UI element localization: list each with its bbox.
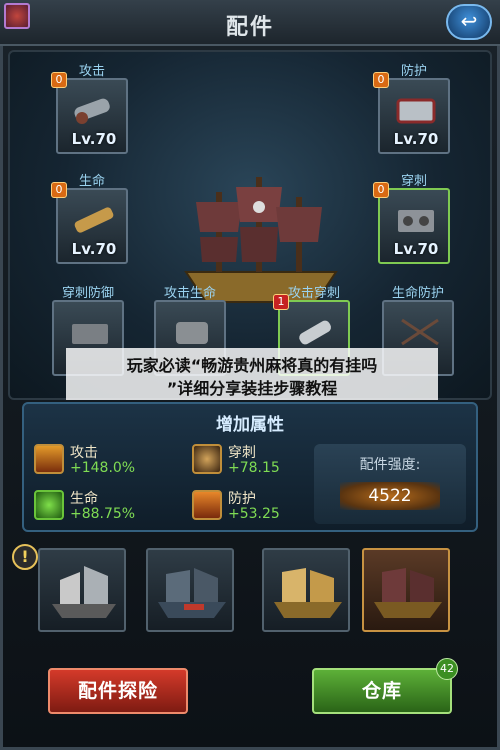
- slot-attack[interactable]: 攻击 Lv.70 0: [51, 64, 128, 154]
- life-icon: [34, 490, 64, 520]
- warehouse-count-badge: 42: [436, 658, 458, 680]
- armor-plate-icon: [396, 98, 436, 124]
- slot-frame: Lv.70: [56, 188, 128, 264]
- warehouse-button[interactable]: 仓库: [312, 668, 452, 714]
- attributes-panel: 增加属性 攻击 +148.0% 穿刺 +78.15 生命 +88.75% 防护 …: [22, 402, 478, 532]
- attribute-name: 攻击: [70, 445, 98, 461]
- slot-level: Lv.70: [71, 130, 117, 148]
- banner-line-2: ”详细分享装挂步骤教程: [166, 379, 338, 398]
- back-arrow-icon: ↩: [460, 9, 478, 33]
- defense-icon: [192, 490, 222, 520]
- slot-frame: Lv.70: [378, 188, 450, 264]
- promo-banner: 玩家必读“畅游贵州麻将真的有挂吗 ”详细分享装挂步骤教程: [66, 348, 438, 400]
- attribute-value: +148.0%: [70, 460, 136, 476]
- back-button[interactable]: ↩: [446, 4, 492, 40]
- attribute-pierce: 穿刺 +78.15: [192, 442, 322, 478]
- attribute-name: 防护: [228, 491, 256, 507]
- shield-crate-icon: [72, 324, 108, 344]
- hull-beam-icon: [74, 207, 114, 233]
- slot-level: Lv.70: [393, 240, 439, 258]
- ammo-crate-icon: [398, 210, 434, 232]
- slot-count-badge: 0: [373, 72, 389, 88]
- engine-icon: [176, 322, 208, 344]
- strength-box: 配件强度: 4522: [314, 444, 466, 524]
- slot-label: 穿刺防御: [61, 286, 114, 301]
- attack-icon: [34, 444, 64, 474]
- slot-count-badge: 0: [51, 72, 67, 88]
- attributes-title: 增加属性: [216, 415, 284, 435]
- explore-button[interactable]: 配件探险: [48, 668, 188, 714]
- attribute-value: +53.25: [228, 506, 280, 522]
- rigging-icon: [401, 318, 439, 346]
- cannon-icon: [74, 98, 110, 124]
- slot-label: 攻击生命: [163, 286, 216, 301]
- strength-value: 4522: [340, 482, 440, 510]
- slot-level: Lv.70: [393, 130, 439, 148]
- attribute-attack: 攻击 +148.0%: [34, 442, 164, 478]
- slot-label: 生命防护: [391, 286, 444, 301]
- warning-icon[interactable]: !: [12, 544, 38, 570]
- ship-icon: [52, 566, 116, 618]
- slot-frame: Lv.70: [378, 78, 450, 154]
- page-title: 配件: [225, 15, 274, 40]
- slot-pierce[interactable]: 穿刺 Lv.70 0: [373, 174, 450, 264]
- cannon-barrel-icon: [299, 320, 332, 345]
- slot-life[interactable]: 生命 Lv.70 0: [51, 174, 128, 264]
- attribute-name: 穿刺: [228, 445, 256, 461]
- attribute-life: 生命 +88.75%: [34, 488, 164, 524]
- slot-defense[interactable]: 防护 Lv.70 0: [373, 64, 450, 154]
- ship-selector: !: [0, 540, 500, 640]
- ship-icon: [158, 568, 226, 618]
- ship-card[interactable]: [262, 548, 350, 632]
- slot-count-badge: 1: [273, 294, 289, 310]
- attribute-defense: 防护 +53.25: [192, 488, 322, 524]
- attribute-value: +88.75%: [70, 506, 136, 522]
- slot-count-badge: 0: [373, 182, 389, 198]
- ship-card-selected[interactable]: [362, 548, 450, 632]
- ship-card[interactable]: [146, 548, 234, 632]
- header-bar: 配件 ↩: [0, 0, 500, 46]
- strength-label: 配件强度:: [359, 457, 421, 473]
- ship-card[interactable]: [38, 548, 126, 632]
- attribute-value: +78.15: [228, 460, 280, 476]
- slot-frame: Lv.70: [56, 78, 128, 154]
- slot-count-badge: 0: [51, 182, 67, 198]
- ship-icon: [274, 568, 342, 618]
- banner-line-1: 玩家必读“畅游贵州麻将真的有挂吗: [126, 356, 378, 375]
- attribute-name: 生命: [70, 491, 98, 507]
- pierce-icon: [192, 444, 222, 474]
- ship-icon: [374, 568, 442, 618]
- slot-level: Lv.70: [71, 240, 117, 258]
